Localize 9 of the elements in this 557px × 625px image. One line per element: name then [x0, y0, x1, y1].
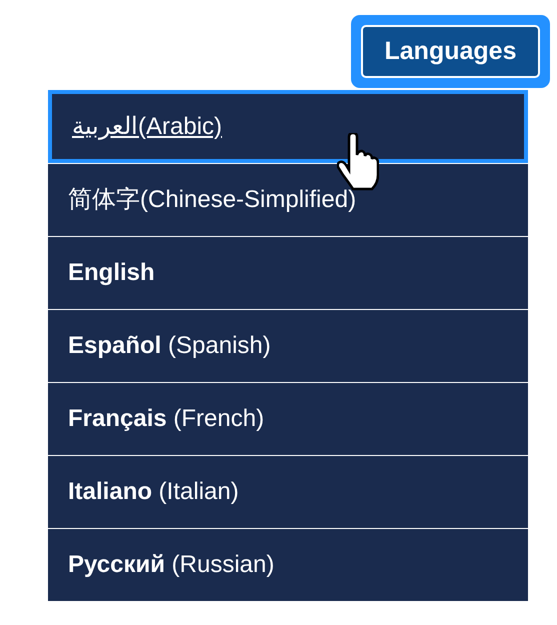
language-menu-item[interactable]: Italiano (Italian) [48, 455, 528, 528]
language-menu-item[interactable]: 简体字(Chinese-Simplified) [48, 163, 528, 236]
language-menu-item[interactable]: Español (Spanish) [48, 309, 528, 382]
language-menu-item[interactable]: English [48, 236, 528, 309]
languages-button[interactable]: Languages [361, 25, 540, 78]
hand-cursor-icon [337, 133, 379, 191]
language-menu-item[interactable]: Français (French) [48, 382, 528, 455]
language-menu-item[interactable]: العربية(Arabic) [48, 90, 528, 163]
language-menu-item[interactable]: Русский (Russian) [48, 528, 528, 601]
